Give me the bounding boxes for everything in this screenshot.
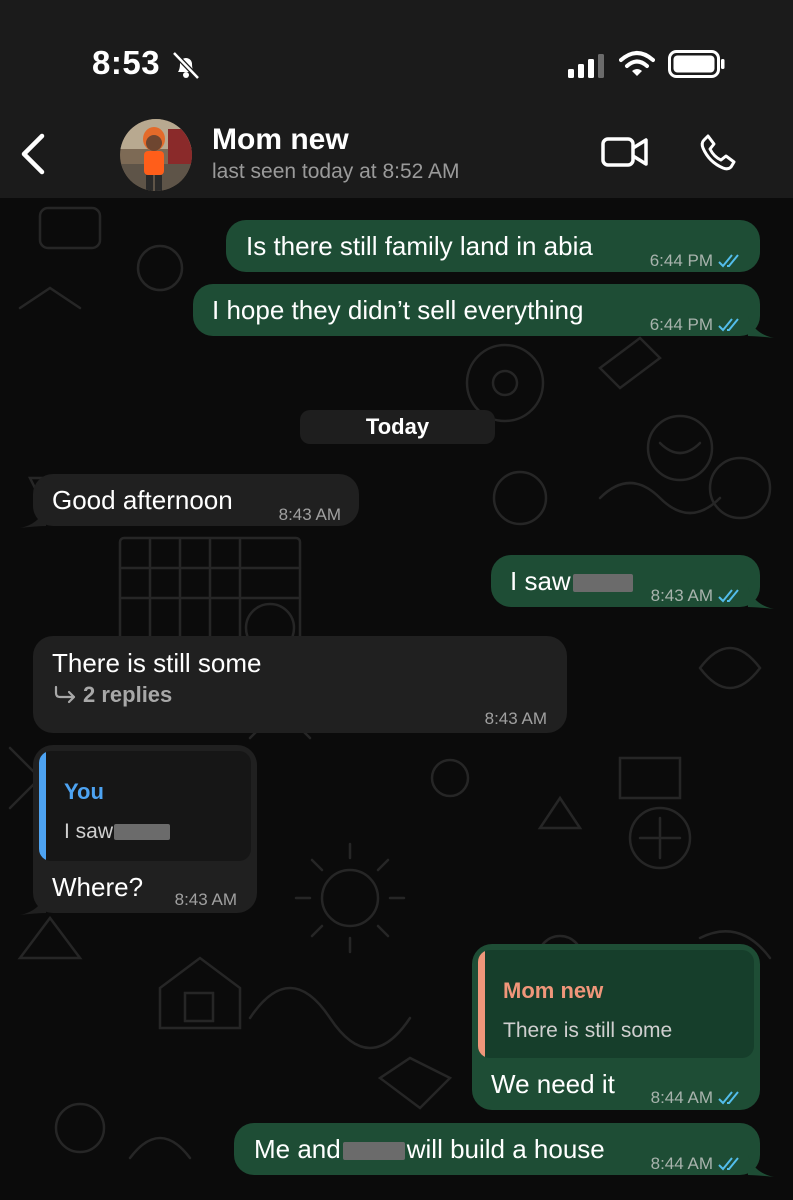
message-time: 8:43 AM — [484, 709, 547, 728]
video-camera-icon[interactable] — [600, 134, 650, 170]
double-check-read-icon — [718, 1091, 739, 1105]
message-text: There is still some — [52, 648, 262, 678]
message-text: We need it — [491, 1069, 615, 1099]
chat-area[interactable]: Is there still family land in abia 6:44 … — [0, 198, 793, 1200]
thread-replies-link[interactable]: 2 replies — [53, 680, 172, 710]
message-outgoing[interactable]: I saw 8:43 AM — [491, 555, 760, 607]
battery-icon — [668, 50, 725, 78]
cellular-signal-icon — [568, 54, 604, 78]
quoted-message[interactable]: Mom new There is still some — [478, 950, 754, 1058]
message-time: 8:43 AM — [174, 890, 237, 909]
message-outgoing[interactable]: Mom new There is still some We need it 8… — [472, 944, 760, 1110]
message-time: 8:44 AM — [650, 1154, 713, 1173]
bubble-tail — [748, 587, 774, 609]
phone-icon[interactable] — [698, 132, 738, 172]
message-time: 8:43 AM — [278, 505, 341, 524]
quote-text: I saw — [64, 820, 114, 843]
wifi-icon — [619, 51, 655, 76]
status-time: 8:53 — [92, 44, 161, 81]
quote-author: You — [64, 779, 104, 804]
redacted-text — [342, 1142, 405, 1161]
message-incoming[interactable]: There is still some 2 replies 8:43 AM — [33, 636, 567, 733]
contact-avatar[interactable] — [120, 119, 192, 191]
double-check-read-icon — [718, 254, 739, 268]
message-time: 6:44 PM — [649, 251, 713, 270]
quote-author: Mom new — [503, 978, 604, 1003]
message-text: Good afternoon — [52, 485, 233, 515]
quote-text: There is still some — [503, 1019, 673, 1042]
message-outgoing[interactable]: Me and will build a house 8:44 AM — [234, 1123, 760, 1175]
bell-slash-icon — [172, 51, 200, 80]
message-incoming[interactable]: Good afternoon 8:43 AM — [33, 474, 359, 526]
message-text: Is there still family land in abia — [246, 231, 593, 261]
quote-accent-bar — [478, 950, 485, 1058]
replies-count: 2 replies — [83, 682, 173, 707]
message-text-continued: will build a house — [406, 1134, 605, 1164]
reply-arrow-icon — [54, 685, 76, 704]
message-text: I saw — [510, 566, 571, 596]
contact-name[interactable]: Mom new — [212, 123, 349, 157]
message-outgoing[interactable]: Is there still family land in abia 6:44 … — [226, 220, 760, 272]
message-time: 6:44 PM — [649, 315, 713, 334]
chevron-left-icon[interactable] — [14, 130, 54, 178]
message-time: 8:43 AM — [650, 586, 713, 605]
bubble-tail — [748, 1155, 774, 1177]
message-outgoing[interactable]: I hope they didn’t sell everything 6:44 … — [193, 284, 760, 336]
message-text: Me and — [254, 1134, 341, 1164]
message-time: 8:44 AM — [650, 1088, 713, 1107]
double-check-read-icon — [718, 589, 739, 603]
double-check-read-icon — [718, 1157, 739, 1171]
date-separator: Today — [300, 410, 495, 444]
quoted-message[interactable]: You I saw — [39, 751, 251, 861]
quote-accent-bar — [39, 751, 46, 861]
double-check-read-icon — [718, 318, 739, 332]
bubble-tail — [20, 893, 46, 915]
message-text: Where? — [52, 872, 144, 902]
last-seen-status: last seen today at 8:52 AM — [212, 160, 460, 183]
redacted-text — [114, 824, 171, 841]
message-text: I hope they didn’t sell everything — [212, 295, 584, 325]
redacted-text — [572, 574, 633, 593]
bubble-tail — [20, 506, 46, 528]
bubble-tail — [748, 316, 774, 338]
message-incoming[interactable]: You I saw Where? 8:43 AM — [33, 745, 257, 913]
chat-header: 8:53 Mom new last seen today at 8:52 AM — [0, 0, 793, 198]
